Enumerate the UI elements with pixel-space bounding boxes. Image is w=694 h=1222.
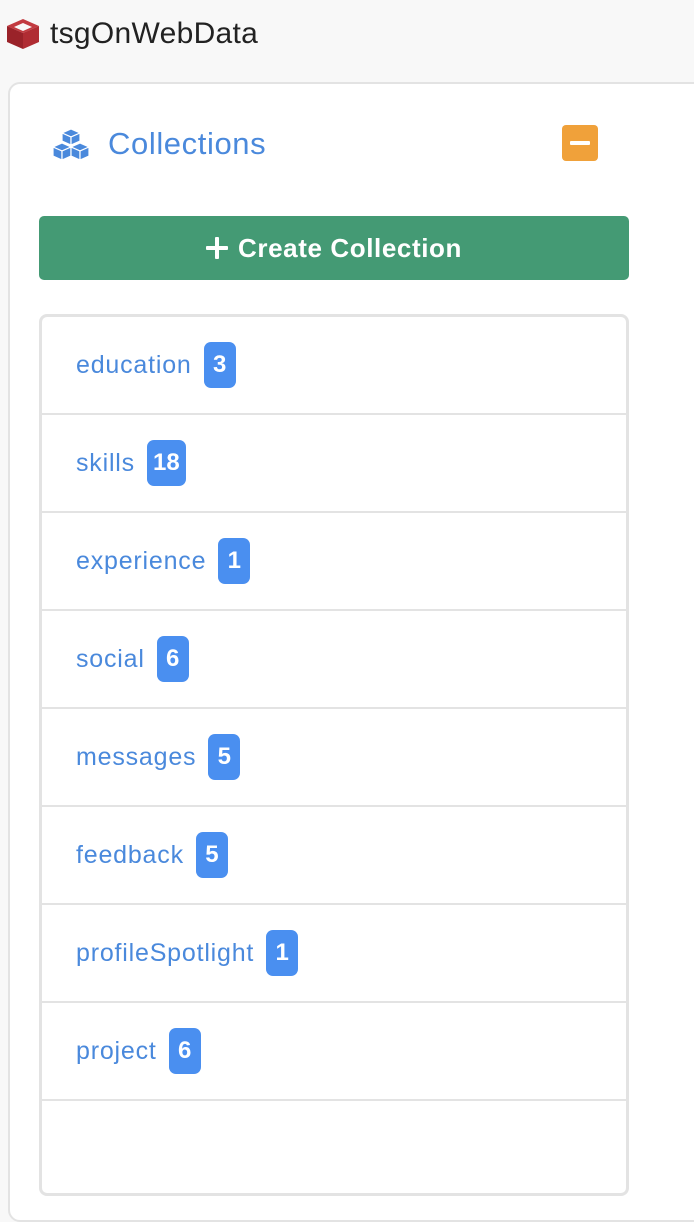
count-badge: 3 [203, 342, 236, 388]
collection-item-social[interactable]: social 6 [42, 611, 626, 709]
collection-item-skills[interactable]: skills 18 [42, 415, 626, 513]
collection-item-feedback[interactable]: feedback 5 [42, 807, 626, 905]
collection-name: profileSpotlight [76, 938, 255, 967]
count-badge: 18 [146, 440, 186, 486]
count-badge: 1 [266, 930, 299, 976]
collection-name: project [76, 1036, 157, 1065]
collection-item-messages[interactable]: messages 5 [42, 709, 626, 807]
app-title: tsgOnWebData [50, 17, 259, 50]
collection-item-project[interactable]: project 6 [42, 1003, 626, 1101]
count-badge: 5 [195, 832, 228, 878]
top-bar: tsgOnWebData [0, 0, 694, 68]
collection-name: skills [76, 448, 135, 477]
collection-name: social [76, 644, 145, 673]
collection-name: education [76, 350, 192, 379]
collapse-button[interactable] [562, 125, 598, 161]
minus-icon [570, 141, 590, 145]
collection-name: messages [76, 742, 197, 771]
count-badge: 1 [218, 538, 251, 584]
create-collection-label: Create Collection [237, 232, 463, 263]
plus-icon [205, 237, 228, 259]
cube-icon [7, 19, 39, 49]
collection-item-education[interactable]: education 3 [42, 317, 626, 415]
cubes-icon [52, 128, 90, 161]
collections-title: Collections [108, 126, 267, 161]
collection-item-profilespotlight[interactable]: profileSpotlight 1 [42, 905, 626, 1003]
create-collection-button[interactable]: Create Collection [39, 216, 629, 280]
count-badge: 6 [156, 636, 189, 682]
count-badge: 5 [208, 734, 241, 780]
collections-panel: Collections Create Collection education … [8, 82, 694, 1222]
collections-list: education 3 skills 18 experience 1 socia… [39, 314, 629, 1196]
count-badge: 6 [168, 1028, 201, 1074]
collection-item-experience[interactable]: experience 1 [42, 513, 626, 611]
collection-name: experience [76, 546, 207, 575]
collection-name: feedback [76, 840, 184, 869]
